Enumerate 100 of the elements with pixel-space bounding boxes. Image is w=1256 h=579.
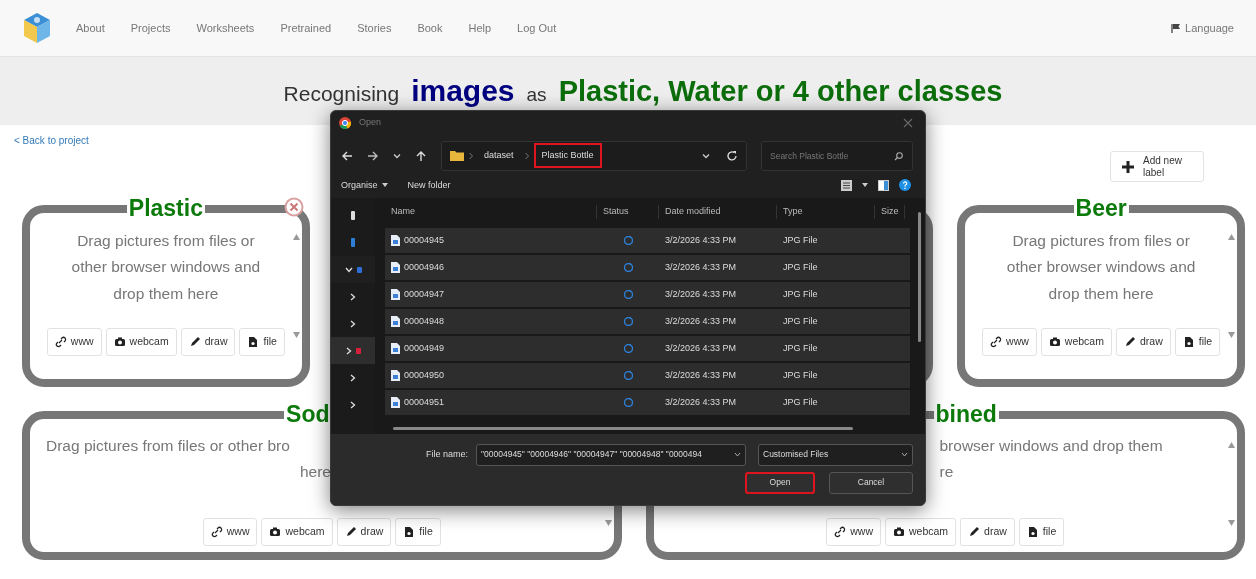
- file-type: JPG File: [782, 342, 819, 355]
- prompt-text: Drag pictures from files or other browser windows and drop them here: [1005, 231, 1197, 304]
- file-icon: [247, 335, 260, 348]
- file-type: JPG File: [782, 234, 819, 247]
- upload-button[interactable]: webcam: [1040, 328, 1112, 356]
- file-row[interactable]: 00004947 3/2/2026 4:33 PM JPG File: [385, 282, 910, 308]
- chevron-right-icon: [350, 319, 356, 328]
- upload-button[interactable]: file: [239, 328, 285, 356]
- back-link[interactable]: < Back to project: [14, 133, 89, 148]
- file-type: JPG File: [782, 315, 819, 328]
- scroll-down-icon: [604, 520, 612, 526]
- preview-pane-icon[interactable]: [878, 180, 889, 191]
- nav-link[interactable]: Stories: [357, 19, 392, 37]
- pencil-icon: [968, 525, 981, 538]
- pin-icon: [351, 211, 355, 221]
- upload-button[interactable]: www: [982, 328, 1037, 356]
- upload-button[interactable]: draw: [1115, 328, 1171, 356]
- toolbar-button[interactable]: Organise: [341, 178, 388, 193]
- forward-icon[interactable]: [367, 149, 379, 162]
- image-file-icon: [391, 235, 400, 247]
- image-file-icon: [391, 397, 400, 409]
- upload-button[interactable]: www: [826, 518, 881, 546]
- breadcrumb-item[interactable]: dataset: [478, 145, 520, 167]
- search-icon: [894, 151, 903, 161]
- upload-button[interactable]: webcam: [261, 518, 333, 546]
- column-header[interactable]: Status: [597, 205, 659, 219]
- label-title: Beer: [1074, 197, 1128, 220]
- upload-button[interactable]: file: [395, 518, 441, 546]
- upload-button[interactable]: www: [46, 328, 102, 356]
- file-type: JPG File: [782, 261, 819, 274]
- file-row[interactable]: 00004948 3/2/2026 4:33 PM JPG File: [385, 309, 910, 335]
- nav-link[interactable]: Book: [417, 19, 443, 37]
- nav-link[interactable]: Help: [468, 19, 492, 37]
- chevron-down-icon[interactable]: [702, 151, 710, 160]
- nav-link[interactable]: Worksheets: [196, 19, 255, 37]
- dialog-button[interactable]: Open: [745, 471, 815, 494]
- upload-button[interactable]: www: [202, 518, 258, 546]
- file-name-field[interactable]: "00004945" "00004946" "00004947" "00004948" "0000494: [476, 443, 746, 466]
- column-header[interactable]: Size: [875, 205, 905, 219]
- upload-button[interactable]: webcam: [105, 328, 177, 356]
- up-icon[interactable]: [415, 149, 427, 162]
- heading-text: Recognising: [283, 81, 400, 108]
- file-row[interactable]: 00004949 3/2/2026 4:33 PM JPG File: [385, 336, 910, 362]
- nav-link[interactable]: Log Out: [517, 19, 557, 37]
- delete-icon[interactable]: [283, 197, 304, 217]
- file-row[interactable]: 00004946 3/2/2026 4:33 PM JPG File: [385, 255, 910, 281]
- sync-icon: [623, 344, 633, 354]
- nav-link[interactable]: Projects: [130, 19, 171, 37]
- file-icon: [403, 525, 416, 538]
- file-type-dropdown[interactable]: Customised Files: [758, 443, 913, 466]
- plus-icon: [1121, 159, 1135, 174]
- upload-button[interactable]: draw: [180, 328, 236, 356]
- pencil-icon: [1123, 335, 1136, 348]
- upload-button[interactable]: file: [1174, 328, 1221, 356]
- upload-button[interactable]: draw: [960, 518, 1015, 546]
- chevron-right-icon: [468, 151, 474, 160]
- classes-text: Plastic, Water or 4 other classes: [558, 74, 1003, 110]
- camera-icon: [269, 525, 282, 538]
- chevron-down-icon: [734, 452, 741, 458]
- upload-button[interactable]: webcam: [884, 518, 957, 546]
- upload-button[interactable]: file: [1018, 518, 1065, 546]
- upload-button[interactable]: draw: [336, 518, 392, 546]
- file-row[interactable]: 00004945 3/2/2026 4:33 PM JPG File: [385, 228, 910, 254]
- field-label: File name:: [425, 447, 468, 461]
- caret-icon[interactable]: [862, 183, 868, 188]
- nav-link[interactable]: Pretrained: [280, 19, 332, 37]
- back-icon[interactable]: [341, 149, 353, 162]
- breadcrumb-item[interactable]: Plastic Bottle: [533, 143, 602, 169]
- file-row[interactable]: 00004950 3/2/2026 4:33 PM JPG File: [385, 363, 910, 389]
- prompt-text: Drag pictures from files or other bro here: [46, 436, 331, 483]
- label-title: Sod: [285, 403, 331, 426]
- chevron-down-icon[interactable]: [393, 151, 401, 160]
- scroll-up-icon: [292, 234, 300, 240]
- view-icon[interactable]: [841, 180, 852, 191]
- toolbar-button[interactable]: New folder: [407, 178, 451, 193]
- add-label-button[interactable]: Add new label: [1110, 151, 1204, 182]
- column-header[interactable]: Date modified: [659, 205, 777, 219]
- file-type: JPG File: [782, 288, 819, 301]
- close-icon[interactable]: [903, 117, 913, 128]
- image-file-icon: [391, 262, 400, 274]
- camera-icon: [113, 335, 126, 348]
- image-file-icon: [391, 289, 400, 301]
- search-field[interactable]: Search Plastic Bottle: [761, 140, 913, 171]
- pin-icon: [351, 238, 355, 248]
- link-icon: [54, 335, 67, 348]
- file-row[interactable]: 00004951 3/2/2026 4:33 PM JPG File: [385, 390, 910, 416]
- pencil-icon: [344, 525, 357, 538]
- column-header[interactable]: Type: [777, 205, 875, 219]
- nav-link[interactable]: About: [76, 19, 105, 37]
- sync-icon: [623, 263, 633, 273]
- chevron-right-icon: [523, 151, 530, 160]
- refresh-icon[interactable]: [726, 149, 738, 162]
- column-header[interactable]: Name: [385, 205, 597, 219]
- dialog-button[interactable]: Cancel: [829, 471, 913, 494]
- language-menu[interactable]: Language: [1171, 19, 1234, 37]
- scroll-up-icon: [1228, 442, 1235, 448]
- help-icon[interactable]: [899, 179, 911, 192]
- label-title: bined: [934, 403, 998, 426]
- link-icon: [210, 525, 223, 538]
- prompt-text: browser windows and drop them re: [939, 436, 1164, 483]
